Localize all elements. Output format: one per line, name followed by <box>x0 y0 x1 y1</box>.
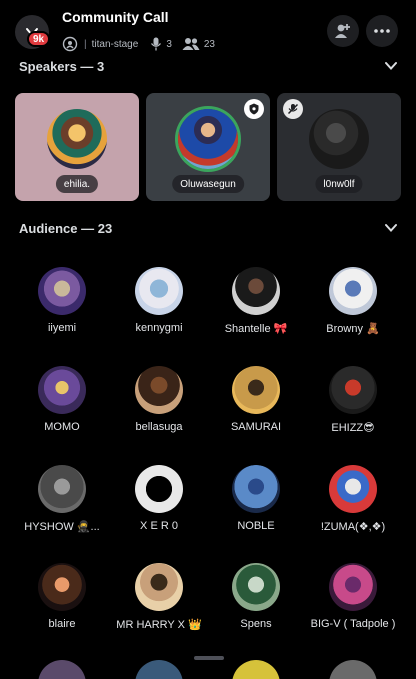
audience-member[interactable]: EHIZZ😎 <box>303 366 403 446</box>
header: 9k Community Call | titan-stage 3 23 <box>0 0 416 56</box>
drag-handle[interactable] <box>194 656 224 660</box>
avatar <box>38 465 86 513</box>
audience-member-name: Browny 🧸 <box>326 323 380 335</box>
microphone-icon <box>151 37 162 51</box>
avatar <box>135 563 183 611</box>
avatar <box>329 366 377 414</box>
avatar[interactable] <box>329 660 377 679</box>
avatar[interactable] <box>38 660 86 679</box>
speaker-card[interactable]: Oluwasegun <box>146 93 270 201</box>
separator: | <box>84 38 87 50</box>
avatar <box>135 465 183 513</box>
stage-info: | titan-stage 3 23 <box>62 36 225 52</box>
audience-member[interactable]: HYSHOW 🥷... <box>12 465 112 545</box>
speaker-name: l0nw0lf <box>315 175 363 193</box>
avatar <box>232 563 280 611</box>
audience-member[interactable]: MR HARRY X 👑 <box>109 563 209 643</box>
audience-member[interactable]: !ZUMA(❖,❖) <box>303 465 403 545</box>
audience-member-name: blaire <box>48 618 76 630</box>
avatar <box>38 267 86 315</box>
avatar <box>329 563 377 611</box>
chevron-down-icon <box>385 224 397 232</box>
speaker-card[interactable]: l0nw0lf <box>277 93 401 201</box>
speaker-name: Oluwasegun <box>172 175 244 193</box>
add-user-icon <box>335 24 350 38</box>
avatar[interactable] <box>232 660 280 679</box>
audience-member[interactable]: Browny 🧸 <box>303 267 403 347</box>
audience-section-header[interactable]: Audience — 23 <box>19 218 397 238</box>
avatar <box>47 109 107 169</box>
audience-member[interactable]: BIG-V ( Tadpole ) <box>303 563 403 643</box>
avatar <box>329 465 377 513</box>
avatar <box>232 267 280 315</box>
audience-member-name: BIG-V ( Tadpole ) <box>310 618 396 630</box>
avatar <box>38 366 86 414</box>
avatar <box>309 109 369 169</box>
muted-badge <box>283 99 303 119</box>
audience-member[interactable]: blaire <box>12 563 112 643</box>
audience-member[interactable]: Shantelle 🎀 <box>206 267 306 347</box>
avatar <box>178 109 238 169</box>
avatar <box>232 366 280 414</box>
audience-member[interactable]: bellasuga <box>109 366 209 446</box>
more-icon <box>374 29 390 33</box>
listener-count: 23 <box>203 38 215 50</box>
stage-title: Community Call <box>62 9 169 25</box>
audience-member-name: X E R 0 <box>140 520 178 532</box>
avatar <box>329 267 377 315</box>
audience-member-name: MOMO <box>44 421 80 433</box>
moderator-badge <box>244 99 264 119</box>
mic-off-icon <box>287 103 299 115</box>
speaker-name: ehilia. <box>55 175 99 193</box>
audience-member-name: SAMURAI <box>230 421 282 433</box>
speaker-card[interactable]: ehilia. <box>15 93 139 201</box>
invite-button[interactable] <box>327 15 359 47</box>
audience-member-name: !ZUMA(❖,❖) <box>320 521 386 533</box>
moderator-badge-icon <box>249 103 259 115</box>
speaker-count: 3 <box>166 38 172 50</box>
audience-member-name: HYSHOW 🥷... <box>24 521 100 533</box>
audience-member[interactable]: X E R 0 <box>109 465 209 545</box>
audience-member[interactable]: MOMO <box>12 366 112 446</box>
more-button[interactable] <box>366 15 398 47</box>
audience-member[interactable]: SAMURAI <box>206 366 306 446</box>
audience-member[interactable]: kennygmi <box>109 267 209 347</box>
stage-icon <box>62 36 78 52</box>
audience-member[interactable]: iiyemi <box>12 267 112 347</box>
avatar <box>135 366 183 414</box>
audience-member-name: MR HARRY X 👑 <box>116 619 202 631</box>
people-icon <box>182 38 200 50</box>
avatar[interactable] <box>135 660 183 679</box>
avatar <box>135 267 183 315</box>
audience-member-name: bellasuga <box>135 421 183 433</box>
audience-member-name: Spens <box>240 618 272 630</box>
speakers-label: Speakers — 3 <box>19 58 105 74</box>
speakers-section-header[interactable]: Speakers — 3 <box>19 56 397 76</box>
audience-member-name: EHIZZ😎 <box>331 422 375 434</box>
audience-member-name: NOBLE <box>237 520 275 532</box>
chevron-down-icon <box>385 62 397 70</box>
channel-name: titan-stage <box>91 38 139 50</box>
audience-label: Audience — 23 <box>19 220 113 236</box>
audience-member[interactable]: Spens <box>206 563 306 643</box>
audience-member-name: Shantelle 🎀 <box>224 323 288 335</box>
audience-member-name: kennygmi <box>135 322 183 334</box>
avatar <box>232 465 280 513</box>
avatar <box>38 563 86 611</box>
notification-badge: 9k <box>27 31 51 47</box>
audience-member-name: iiyemi <box>47 322 77 334</box>
audience-member[interactable]: NOBLE <box>206 465 306 545</box>
